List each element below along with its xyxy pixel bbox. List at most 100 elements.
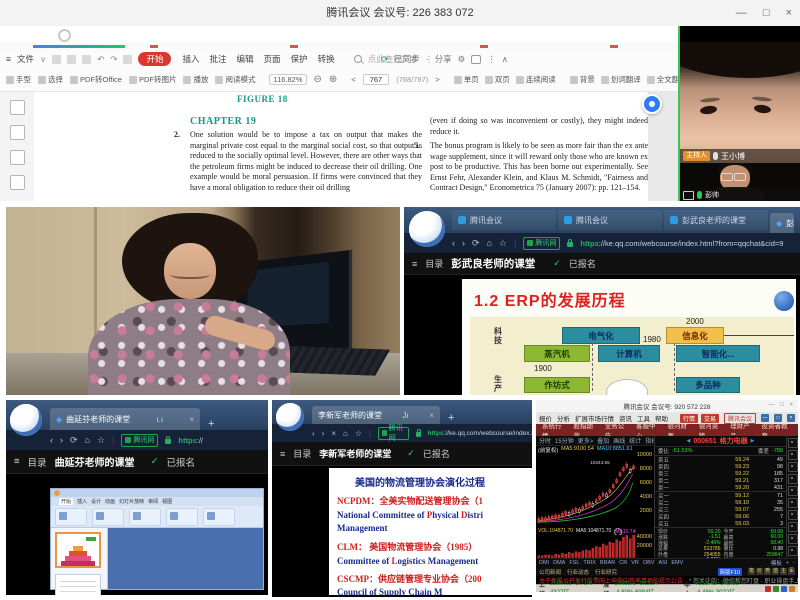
share-button[interactable]: 分享 bbox=[435, 53, 452, 65]
side-tool-icon[interactable] bbox=[788, 498, 798, 508]
app-menu-icon[interactable]: ≡ bbox=[6, 54, 11, 64]
comment-icon[interactable] bbox=[471, 55, 481, 64]
more-icon[interactable]: ⋮ bbox=[487, 54, 496, 65]
toolbar-button[interactable]: 播放 bbox=[183, 74, 208, 85]
ribbon-group[interactable] bbox=[166, 508, 198, 526]
home-icon[interactable]: ⌂ bbox=[487, 238, 492, 248]
doc-tab-icon[interactable] bbox=[290, 45, 298, 48]
next-stock-icon[interactable]: ▶ bbox=[751, 438, 755, 444]
view-mode-button[interactable]: 单页 bbox=[454, 74, 479, 85]
news-tab[interactable]: 行业研究 bbox=[595, 568, 617, 576]
back-icon[interactable]: ‹ bbox=[312, 429, 315, 438]
site-cert-badge[interactable]: 腾讯网 bbox=[378, 427, 409, 440]
candlestick-chart[interactable]: (前复权)MA5:9100.54MA10:8851.61MA20:7531.78… bbox=[536, 446, 636, 558]
back-icon[interactable]: ‹ bbox=[452, 238, 455, 248]
toolbar-button[interactable]: 手型 bbox=[6, 74, 31, 85]
indicator-tab[interactable]: OBV bbox=[643, 560, 655, 566]
toolbar-button[interactable]: 背景 bbox=[570, 74, 595, 85]
stamp-icon[interactable] bbox=[123, 55, 132, 64]
side-tool-icon[interactable] bbox=[788, 450, 798, 460]
prev-stock-icon[interactable]: ◀ bbox=[686, 438, 690, 444]
ppt-ribbon-tab[interactable]: 开始 bbox=[59, 498, 73, 505]
index-quote[interactable]: 深证10988.8 -553.24 -4.80% 6984亿 bbox=[603, 580, 678, 593]
browser-tab-active[interactable]: ◆ 曲延芬老师的课堂 ı.ı × bbox=[50, 408, 200, 430]
browser-tab[interactable]: 彭武良老师的课堂 bbox=[664, 210, 768, 230]
undo-icon[interactable]: ↶ bbox=[97, 54, 104, 65]
sell-row[interactable]: 卖一59.20431 bbox=[655, 484, 786, 491]
toolbar-button[interactable]: PDF转图片 bbox=[129, 74, 177, 85]
forward-icon[interactable]: › bbox=[322, 429, 325, 438]
view-mode-button[interactable]: 双页 bbox=[485, 74, 510, 85]
maximize-icon[interactable]: □ bbox=[763, 7, 770, 19]
sync-status[interactable]: 已同步 bbox=[394, 53, 420, 65]
browser-logo[interactable] bbox=[10, 404, 42, 436]
toolbar-button[interactable]: 划词翻译 bbox=[601, 74, 641, 85]
back-icon[interactable]: ‹ bbox=[50, 435, 53, 445]
browser-logo[interactable] bbox=[409, 211, 445, 247]
browser-tab[interactable]: 腾讯会议 bbox=[452, 210, 556, 230]
browser-tab-active[interactable]: 李新军老师的课堂 Jı × bbox=[312, 406, 440, 424]
slide-thumbnail[interactable] bbox=[55, 532, 101, 568]
view-mode-button[interactable]: 连续阅读 bbox=[516, 74, 556, 85]
forward-icon[interactable]: › bbox=[462, 238, 465, 248]
side-tool-icon[interactable] bbox=[788, 462, 798, 472]
thumbnails-icon[interactable] bbox=[10, 100, 25, 115]
buy-row[interactable]: 买四59.067 bbox=[655, 513, 786, 520]
side-tool-icon[interactable] bbox=[788, 474, 798, 484]
toc-menu-icon[interactable]: ≡ bbox=[280, 449, 285, 459]
office-orb-icon[interactable] bbox=[54, 490, 60, 496]
participant-video[interactable]: 彭帅 bbox=[680, 163, 800, 201]
sell-row[interactable]: 卖五59.2449 bbox=[655, 456, 786, 463]
toolbar-button[interactable]: PDF转Office bbox=[70, 74, 122, 85]
close-icon[interactable]: × bbox=[786, 7, 792, 19]
record-dot-icon[interactable] bbox=[58, 29, 71, 42]
status-icon[interactable] bbox=[789, 586, 795, 592]
active-doc-tab[interactable] bbox=[33, 45, 125, 48]
ppt-ribbon-tab[interactable]: 幻灯片放映 bbox=[119, 498, 144, 505]
toc-menu-icon[interactable]: ≡ bbox=[14, 456, 20, 467]
f10-button[interactable]: 简版F10 bbox=[718, 568, 742, 576]
ribbon-tab[interactable]: 插入 bbox=[182, 53, 199, 65]
new-tab-icon[interactable]: + bbox=[448, 412, 454, 424]
indicator-tab[interactable]: DMA bbox=[553, 560, 565, 566]
ribbon-tab[interactable]: 保护 bbox=[291, 53, 308, 65]
annotate-icon[interactable] bbox=[10, 150, 25, 165]
quick-button[interactable]: 势 bbox=[764, 568, 771, 575]
indicator-tab[interactable]: CR bbox=[619, 560, 627, 566]
zoom-out-button[interactable]: - bbox=[793, 560, 795, 566]
sell-row[interactable]: 卖四59.2398 bbox=[655, 463, 786, 470]
doc-tab-icon[interactable] bbox=[480, 45, 488, 48]
zoom-in-icon[interactable]: ⊕ bbox=[329, 74, 337, 85]
window-controls[interactable]: — □ × bbox=[769, 402, 795, 408]
indicator-tab[interactable]: EMV bbox=[671, 560, 683, 566]
ppt-ribbon-tab[interactable]: 动画 bbox=[105, 498, 115, 505]
index-quote[interactable]: 上证2880.03 -3.71% 4327亿 bbox=[539, 580, 597, 593]
ribbon-tab[interactable]: 批注 bbox=[210, 53, 227, 65]
toolbar-button[interactable]: 阅读模式 bbox=[215, 74, 255, 85]
minimize-icon[interactable]: — bbox=[736, 7, 747, 19]
redo-icon[interactable]: ↷ bbox=[110, 54, 117, 65]
browser-tab-active[interactable]: ◆ 彭武良老师的课堂 ı.ı × bbox=[770, 213, 794, 233]
url-bar[interactable]: https://ke.qq.com/webcourse/index.html?f… bbox=[428, 430, 532, 437]
quick-button[interactable]: 价 bbox=[756, 568, 763, 575]
browser-logo[interactable] bbox=[276, 403, 304, 431]
side-tool-icon[interactable] bbox=[788, 546, 798, 556]
sell-row[interactable]: 卖二59.21317 bbox=[655, 477, 786, 484]
file-menu[interactable]: 文件 bbox=[17, 53, 34, 65]
toolbar-button[interactable]: 选择 bbox=[38, 74, 63, 85]
status-icon[interactable] bbox=[773, 586, 779, 592]
zoom-out-icon[interactable]: ⊖ bbox=[314, 74, 322, 85]
toc-label[interactable]: 目录 bbox=[28, 455, 47, 469]
collapse-icon[interactable]: ∧ bbox=[502, 54, 508, 65]
tab-close-icon[interactable]: × bbox=[189, 415, 194, 424]
zoom-level[interactable]: 116.82% bbox=[269, 74, 306, 85]
indicator-tab[interactable]: TRIX bbox=[583, 560, 596, 566]
status-icon[interactable] bbox=[781, 586, 787, 592]
index-quote[interactable]: 中小7258.48 -348.08 -4.48% 3022亿 bbox=[684, 580, 759, 593]
next-page-icon[interactable]: > bbox=[435, 75, 439, 84]
stop-icon[interactable]: × bbox=[331, 429, 336, 438]
side-tool-icon[interactable] bbox=[788, 510, 798, 520]
url-bar[interactable]: https://ke.qq.com/webcourse/index.html?f… bbox=[580, 239, 783, 248]
export-icon[interactable] bbox=[10, 175, 25, 190]
indicator-tab[interactable]: DMI bbox=[539, 560, 549, 566]
